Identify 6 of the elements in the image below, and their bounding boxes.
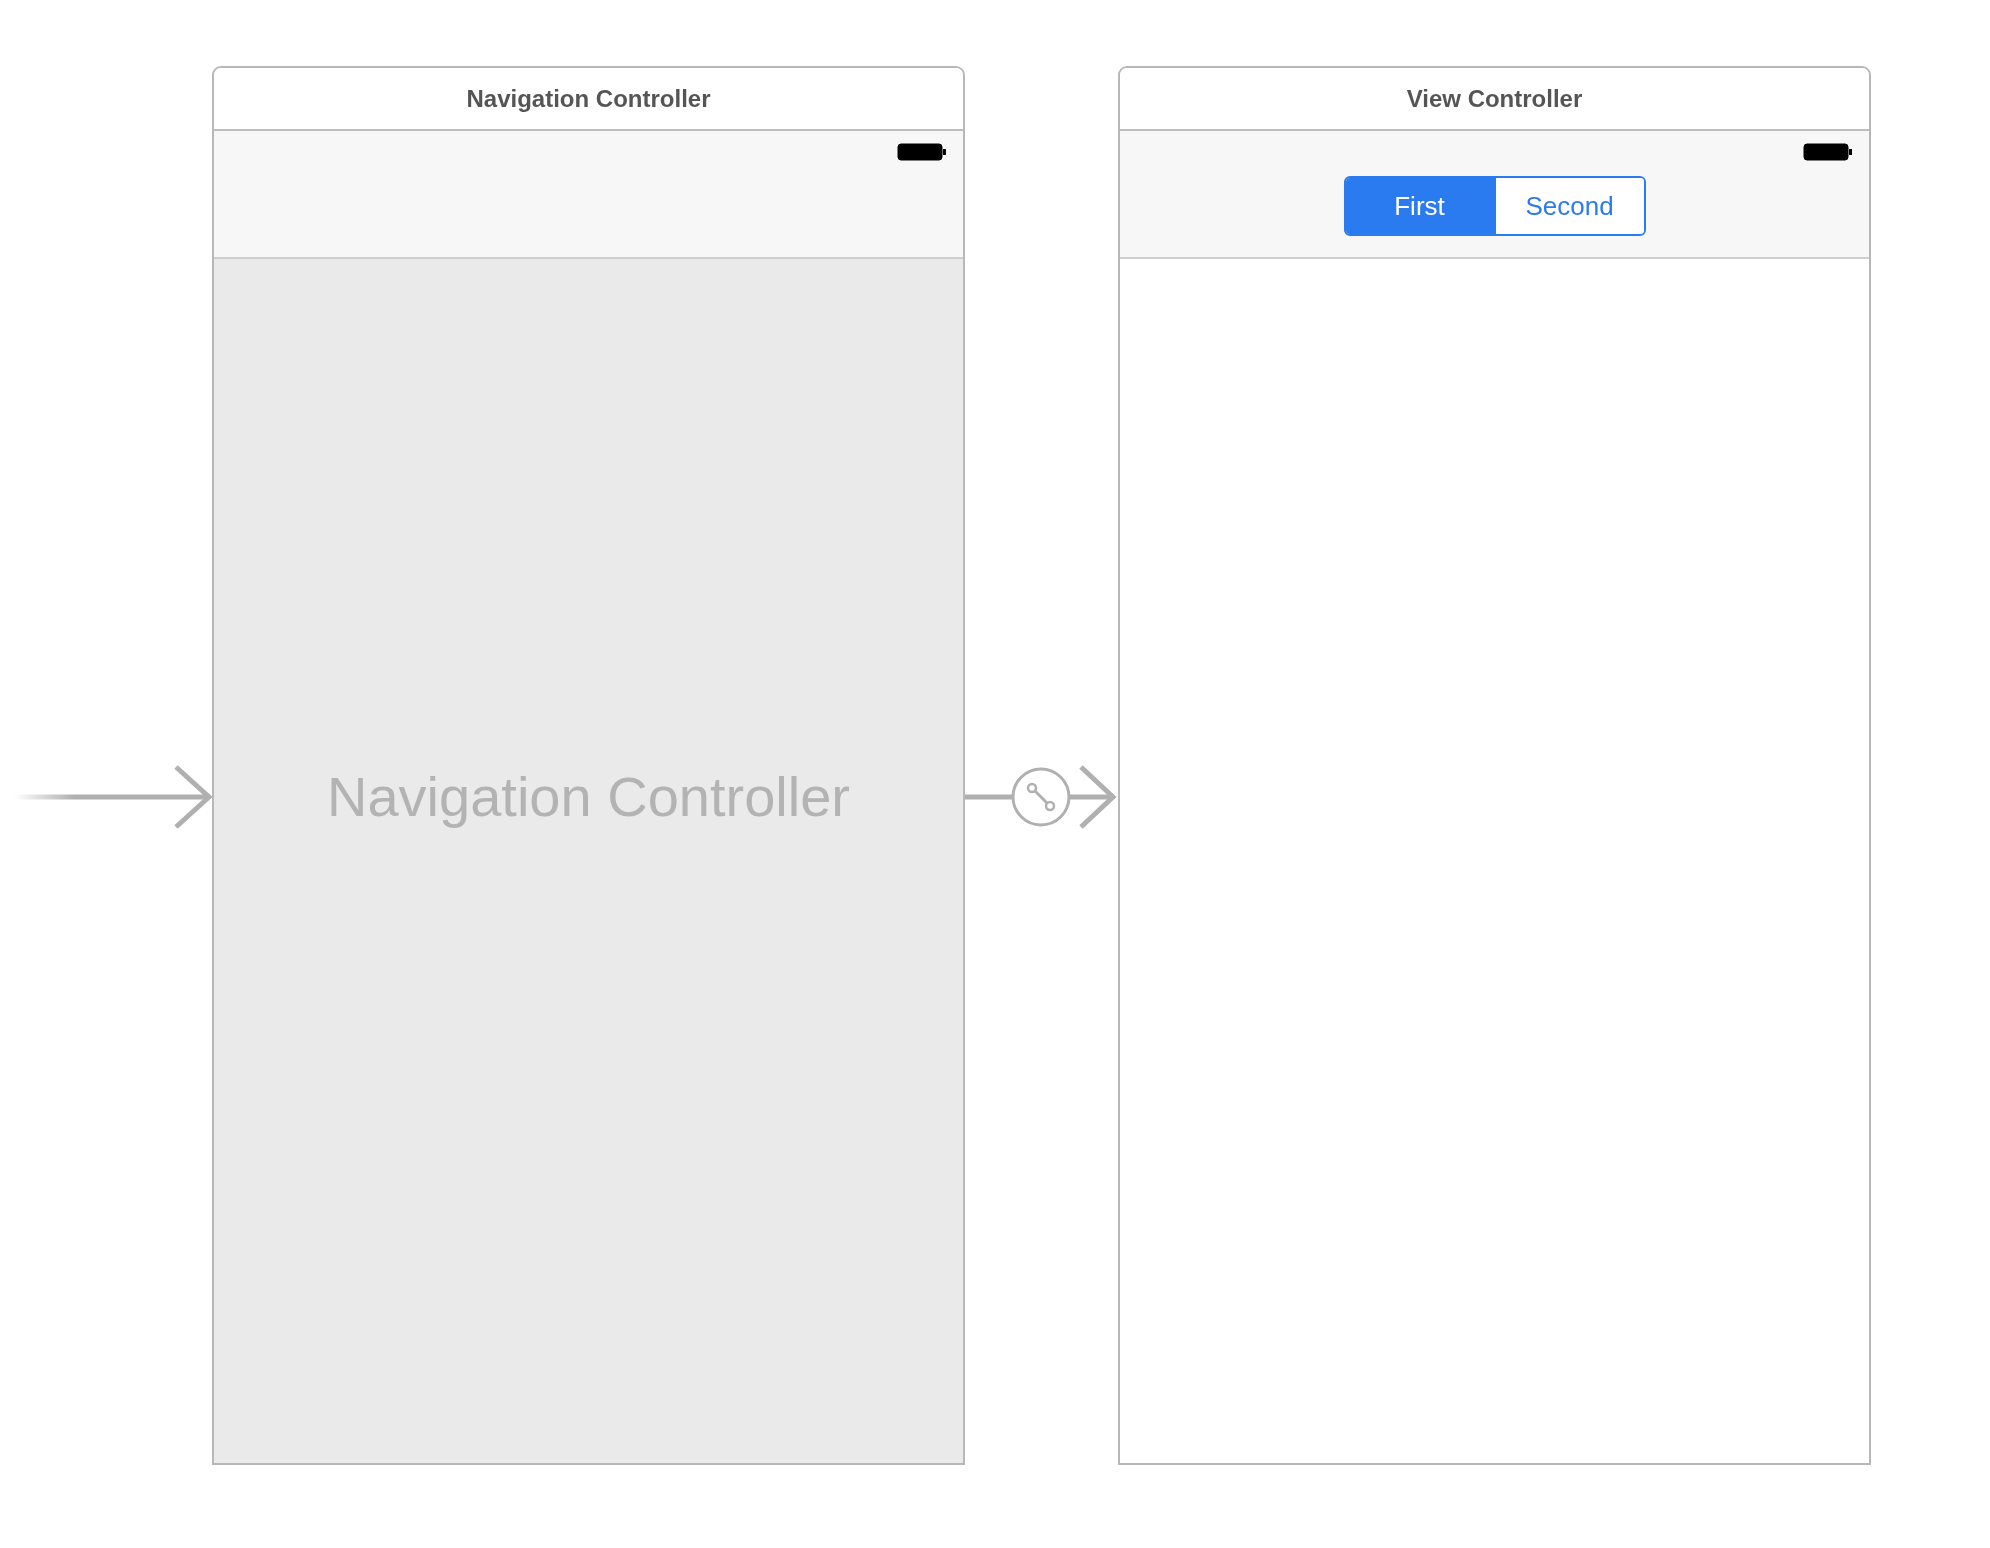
- battery-icon: [897, 143, 947, 161]
- scene-title: View Controller: [1406, 84, 1583, 113]
- scene-title: Navigation Controller: [466, 84, 711, 113]
- battery-icon: [1803, 143, 1853, 161]
- segment[interactable]: Second: [1493, 178, 1644, 234]
- segment[interactable]: First: [1345, 178, 1494, 234]
